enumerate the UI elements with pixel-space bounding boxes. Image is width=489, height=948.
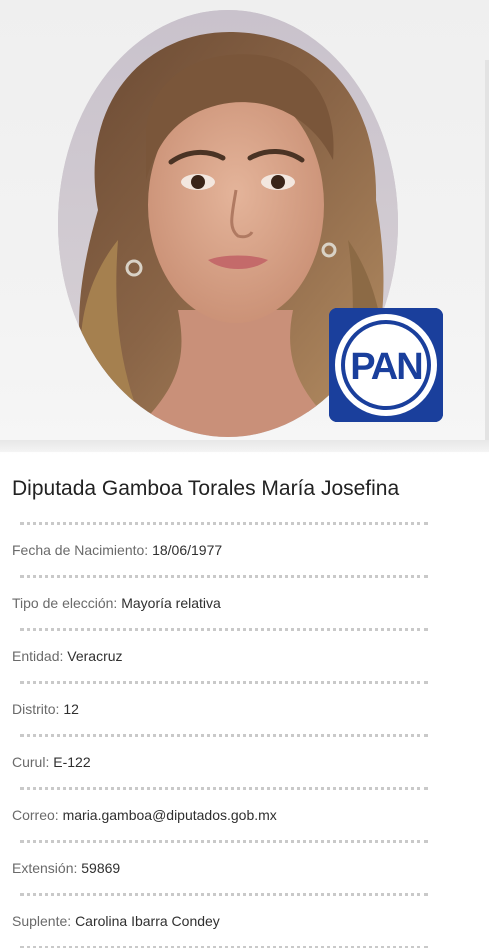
field-district: Distrito: 12 <box>12 684 432 734</box>
field-entity: Entidad: Veracruz <box>12 631 432 681</box>
deputy-name: Diputada Gamboa Torales María Josefina <box>12 477 400 500</box>
header-shadow <box>0 440 489 454</box>
field-substitute: Suplente: Carolina Ibarra Condey <box>12 896 432 946</box>
deputy-info: Diputada Gamboa Torales María Josefina F… <box>12 472 432 948</box>
field-value: Mayoría relativa <box>121 595 221 611</box>
field-label: Correo: <box>12 807 59 823</box>
pan-party-logo: PAN <box>329 308 443 422</box>
field-label: Tipo de elección: <box>12 595 118 611</box>
field-extension: Extensión: 59869 <box>12 843 432 893</box>
field-value: E-122 <box>53 754 91 770</box>
field-label: Suplente: <box>12 913 72 929</box>
field-seat: Curul: E-122 <box>12 737 432 787</box>
field-label: Curul: <box>12 754 50 770</box>
field-election-type: Tipo de elección: Mayoría relativa <box>12 578 432 628</box>
field-birthdate: Fecha de Nacimiento: 18/06/1977 <box>12 525 432 575</box>
email-link[interactable]: maria.gamboa@diputados.gob.mx <box>63 807 277 823</box>
party-logo-text: PAN <box>350 346 421 388</box>
field-value: Veracruz <box>67 648 123 664</box>
field-email: Correo: maria.gamboa@diputados.gob.mx <box>12 790 432 840</box>
field-value: 18/06/1977 <box>152 542 223 558</box>
field-value: 12 <box>63 701 79 717</box>
field-label: Fecha de Nacimiento: <box>12 542 149 558</box>
field-value: Carolina Ibarra Condey <box>75 913 220 929</box>
field-label: Extensión: <box>12 860 78 876</box>
field-value: 59869 <box>81 860 121 876</box>
profile-page: PAN Diputada Gamboa Torales María Josefi… <box>0 0 489 948</box>
photo-header: PAN <box>0 0 489 452</box>
field-label: Distrito: <box>12 701 60 717</box>
field-label: Entidad: <box>12 648 64 664</box>
